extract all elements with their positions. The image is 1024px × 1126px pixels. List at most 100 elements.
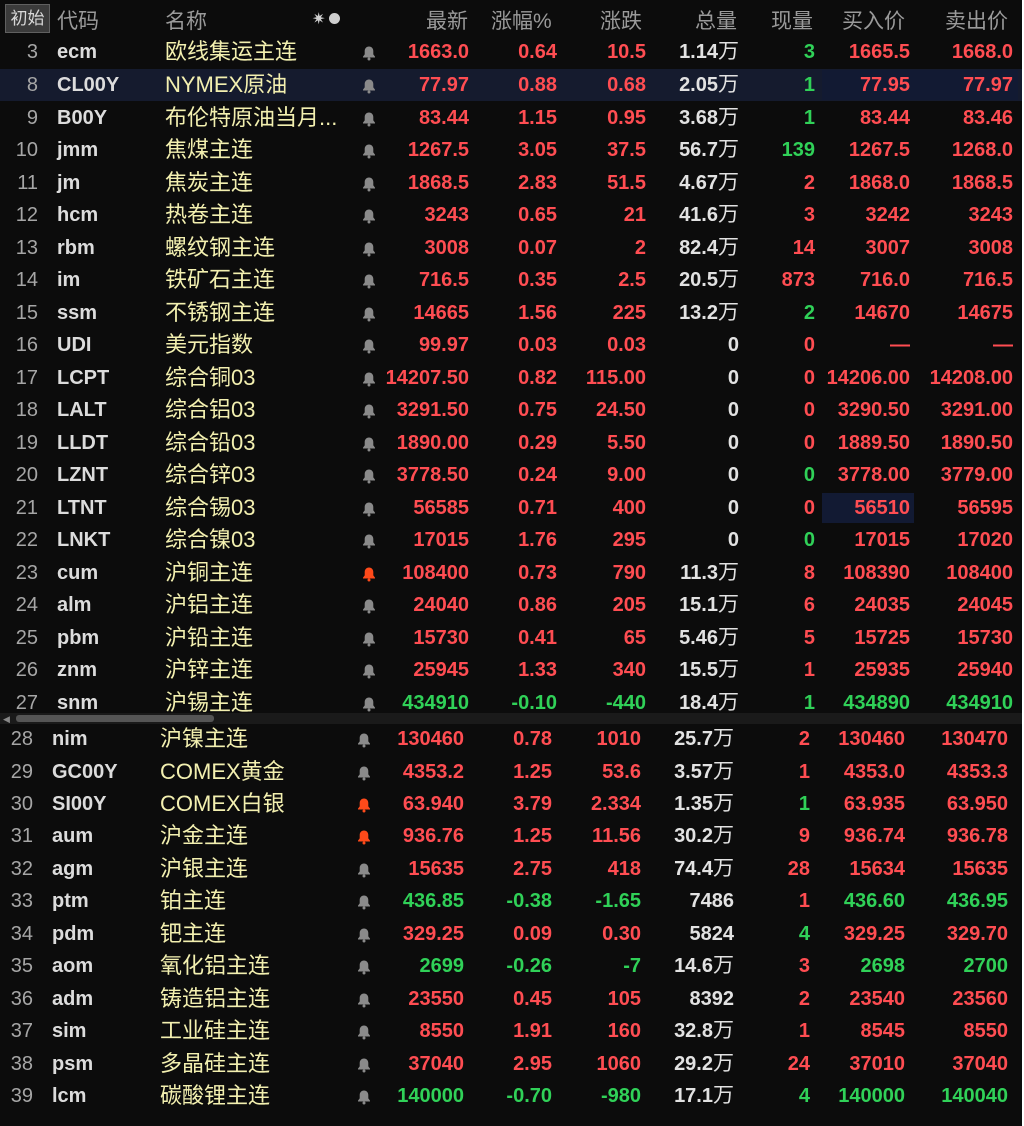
bell-icon[interactable] [356,862,372,878]
header-cur[interactable]: 现量 [771,5,813,35]
table-row[interactable]: 23 cum 沪铜主连 108400 0.73 790 11.3万 8 108390 108400 [0,557,1022,589]
row-ask: 8550 [963,1020,1009,1042]
row-index: 13 [15,237,38,259]
row-volume-unit: 万 [713,954,734,977]
table-row[interactable]: 35 aom 氧化铝主连 2699 -0.26 -7 14.6万 3 2698 2700 [0,950,1022,982]
bell-icon[interactable] [361,631,377,647]
table-row[interactable]: 29 GC00Y COMEX黄金 4353.2 1.25 53.6 3.57万 1 4353.0… [0,756,1022,788]
bell-icon[interactable] [361,208,377,224]
bell-icon[interactable] [356,797,372,813]
row-code: agm [52,858,94,880]
bell-icon[interactable] [361,45,377,61]
header-vol[interactable]: 总量 [695,5,737,35]
table-row[interactable]: 38 psm 多晶硅主连 37040 2.95 1060 29.2万 24 37010 37040 [0,1048,1022,1080]
bell-icon[interactable] [361,566,377,582]
bell-icon[interactable] [361,306,377,322]
row-index: 21 [15,497,38,519]
scroll-thumb[interactable] [16,715,214,722]
bell-icon[interactable] [361,78,377,94]
table-row[interactable]: 10 jmm 焦煤主连 1267.5 3.05 37.5 56.7万 139 1267.5 126… [0,134,1022,166]
bell-icon[interactable] [356,829,372,845]
table-row[interactable]: 28 nim 沪镍主连 130460 0.78 1010 25.7万 2 130460 13047… [0,723,1022,755]
row-ask: 25940 [957,659,1013,681]
table-row[interactable]: 32 agm 沪银主连 15635 2.75 418 74.4万 28 15634 15635 [0,853,1022,885]
bell-icon[interactable] [361,143,377,159]
table-row[interactable]: 26 znm 沪锌主连 25945 1.33 340 15.5万 1 25935 25940 [0,654,1022,686]
header-last[interactable]: 最新 [426,5,468,35]
row-bid: 14206.00 [826,367,910,389]
bell-icon[interactable] [361,436,377,452]
bell-icon[interactable] [356,927,372,943]
bell-icon[interactable] [356,732,372,748]
row-last-price: 329.25 [402,923,464,945]
bell-icon[interactable] [361,533,377,549]
sun-icon[interactable]: ✷ [312,9,325,29]
table-row[interactable]: 25 pbm 沪铅主连 15730 0.41 65 5.46万 5 15725 15730 [0,622,1022,654]
table-row[interactable]: 34 pdm 钯主连 329.25 0.09 0.30 5824 4 329.25 329.70 [0,918,1022,950]
table-row[interactable]: 20 LZNT 综合锌03 3778.50 0.24 9.00 0 0 3778.00 3779.… [0,459,1022,491]
row-volume: 3.57万 [674,756,734,788]
bell-icon[interactable] [361,663,377,679]
bell-icon[interactable] [361,176,377,192]
bell-icon[interactable] [361,338,377,354]
row-code: pdm [52,923,95,945]
bell-icon[interactable] [361,111,377,127]
bell-icon[interactable] [361,696,377,712]
table-row[interactable]: 33 ptm 铂主连 436.85 -0.38 -1.65 7486 1 436.60 436.9… [0,885,1022,917]
table-row[interactable]: 11 jm 焦炭主连 1868.5 2.83 51.5 4.67万 2 1868.0 1868.5 [0,167,1022,199]
table-row[interactable]: 8 CL00Y NYMEX原油 77.97 0.88 0.68 2.05万 1 77.95 77.… [0,69,1022,101]
bell-icon[interactable] [361,468,377,484]
header-chg[interactable]: 涨跌 [600,5,642,35]
bell-icon[interactable] [361,598,377,614]
row-volume-value: 3.68 [679,107,718,129]
table-header: 初始 代码 名称 ✷ 最新 涨幅% 涨跌 总量 现量 买入价 卖出价 [0,0,1022,36]
row-current-volume: 28 [787,858,810,880]
bell-icon[interactable] [356,992,372,1008]
bell-icon[interactable] [361,273,377,289]
table-row[interactable]: 22 LNKT 综合镍03 17015 1.76 295 0 0 17015 17020 [0,524,1022,556]
bell-icon[interactable] [361,501,377,517]
table-row[interactable]: 39 lcm 碳酸锂主连 140000 -0.70 -980 17.1万 4 140000 140… [0,1080,1022,1112]
table-row[interactable]: 30 SI00Y COMEX白银 63.940 3.79 2.334 1.35万 1 63.93… [0,788,1022,820]
table-row[interactable]: 36 adm 铸造铝主连 23550 0.45 105 8392 2 23540 23560 [0,983,1022,1015]
table-row[interactable]: 31 aum 沪金主连 936.76 1.25 11.56 30.2万 9 936.74 936.… [0,820,1022,852]
table-row[interactable]: 21 LTNT 综合锡03 56585 0.71 400 0 0 56510 56595 [0,492,1022,524]
row-name: 综合镍03 [165,527,256,552]
table-row[interactable]: 17 LCPT 综合铜03 14207.50 0.82 115.00 0 0 14206.00 1… [0,362,1022,394]
table-row[interactable]: 16 UDI 美元指数 99.97 0.03 0.03 0 0 — — [0,329,1022,361]
horizontal-scrollbar[interactable]: ◀ [0,713,1022,724]
scroll-left-icon[interactable]: ◀ [3,714,10,725]
row-volume: 5824 [690,918,735,950]
bell-icon[interactable] [356,1024,372,1040]
bell-icon[interactable] [356,959,372,975]
row-change: 115.00 [585,367,646,389]
bell-icon[interactable] [361,241,377,257]
bell-icon[interactable] [356,894,372,910]
table-row[interactable]: 3 ecm 欧线集运主连 1663.0 0.64 10.5 1.14万 3 1665.5 1668… [0,36,1022,68]
row-change-pct: 0.75 [518,399,557,421]
row-change-pct: 0.88 [518,74,557,96]
row-code: znm [57,659,97,681]
header-code[interactable]: 代码 [57,5,99,35]
bell-icon[interactable] [356,765,372,781]
dot-icon[interactable] [329,13,340,24]
bell-icon[interactable] [361,403,377,419]
header-ask[interactable]: 卖出价 [945,5,1008,35]
row-volume: 15.5万 [679,654,739,686]
table-row[interactable]: 14 im 铁矿石主连 716.5 0.35 2.5 20.5万 873 716.0 716.5 [0,264,1022,296]
table-row[interactable]: 24 alm 沪铝主连 24040 0.86 205 15.1万 6 24035 24045 [0,589,1022,621]
header-pct[interactable]: 涨幅% [491,5,552,35]
table-row[interactable]: 12 hcm 热卷主连 3243 0.65 21 41.6万 3 3242 3243 [0,199,1022,231]
bell-icon[interactable] [356,1089,372,1105]
table-row[interactable]: 19 LLDT 综合铅03 1890.00 0.29 5.50 0 0 1889.50 1890.… [0,427,1022,459]
table-row[interactable]: 15 ssm 不锈钢主连 14665 1.56 225 13.2万 2 14670 14675 [0,297,1022,329]
reset-button[interactable]: 初始 [5,4,50,33]
table-row[interactable]: 13 rbm 螺纹钢主连 3008 0.07 2 82.4万 14 3007 3008 [0,232,1022,264]
bell-icon[interactable] [356,1057,372,1073]
table-row[interactable]: 9 B00Y 布伦特原油当月... 83.44 1.15 0.95 3.68万 1 83.44 8… [0,102,1022,134]
header-name[interactable]: 名称 [165,5,207,35]
table-row[interactable]: 18 LALT 综合铝03 3291.50 0.75 24.50 0 0 3290.50 3291… [0,394,1022,426]
table-row[interactable]: 37 sim 工业硅主连 8550 1.91 160 32.8万 1 8545 8550 [0,1015,1022,1047]
bell-icon[interactable] [361,371,377,387]
header-bid[interactable]: 买入价 [842,5,905,35]
